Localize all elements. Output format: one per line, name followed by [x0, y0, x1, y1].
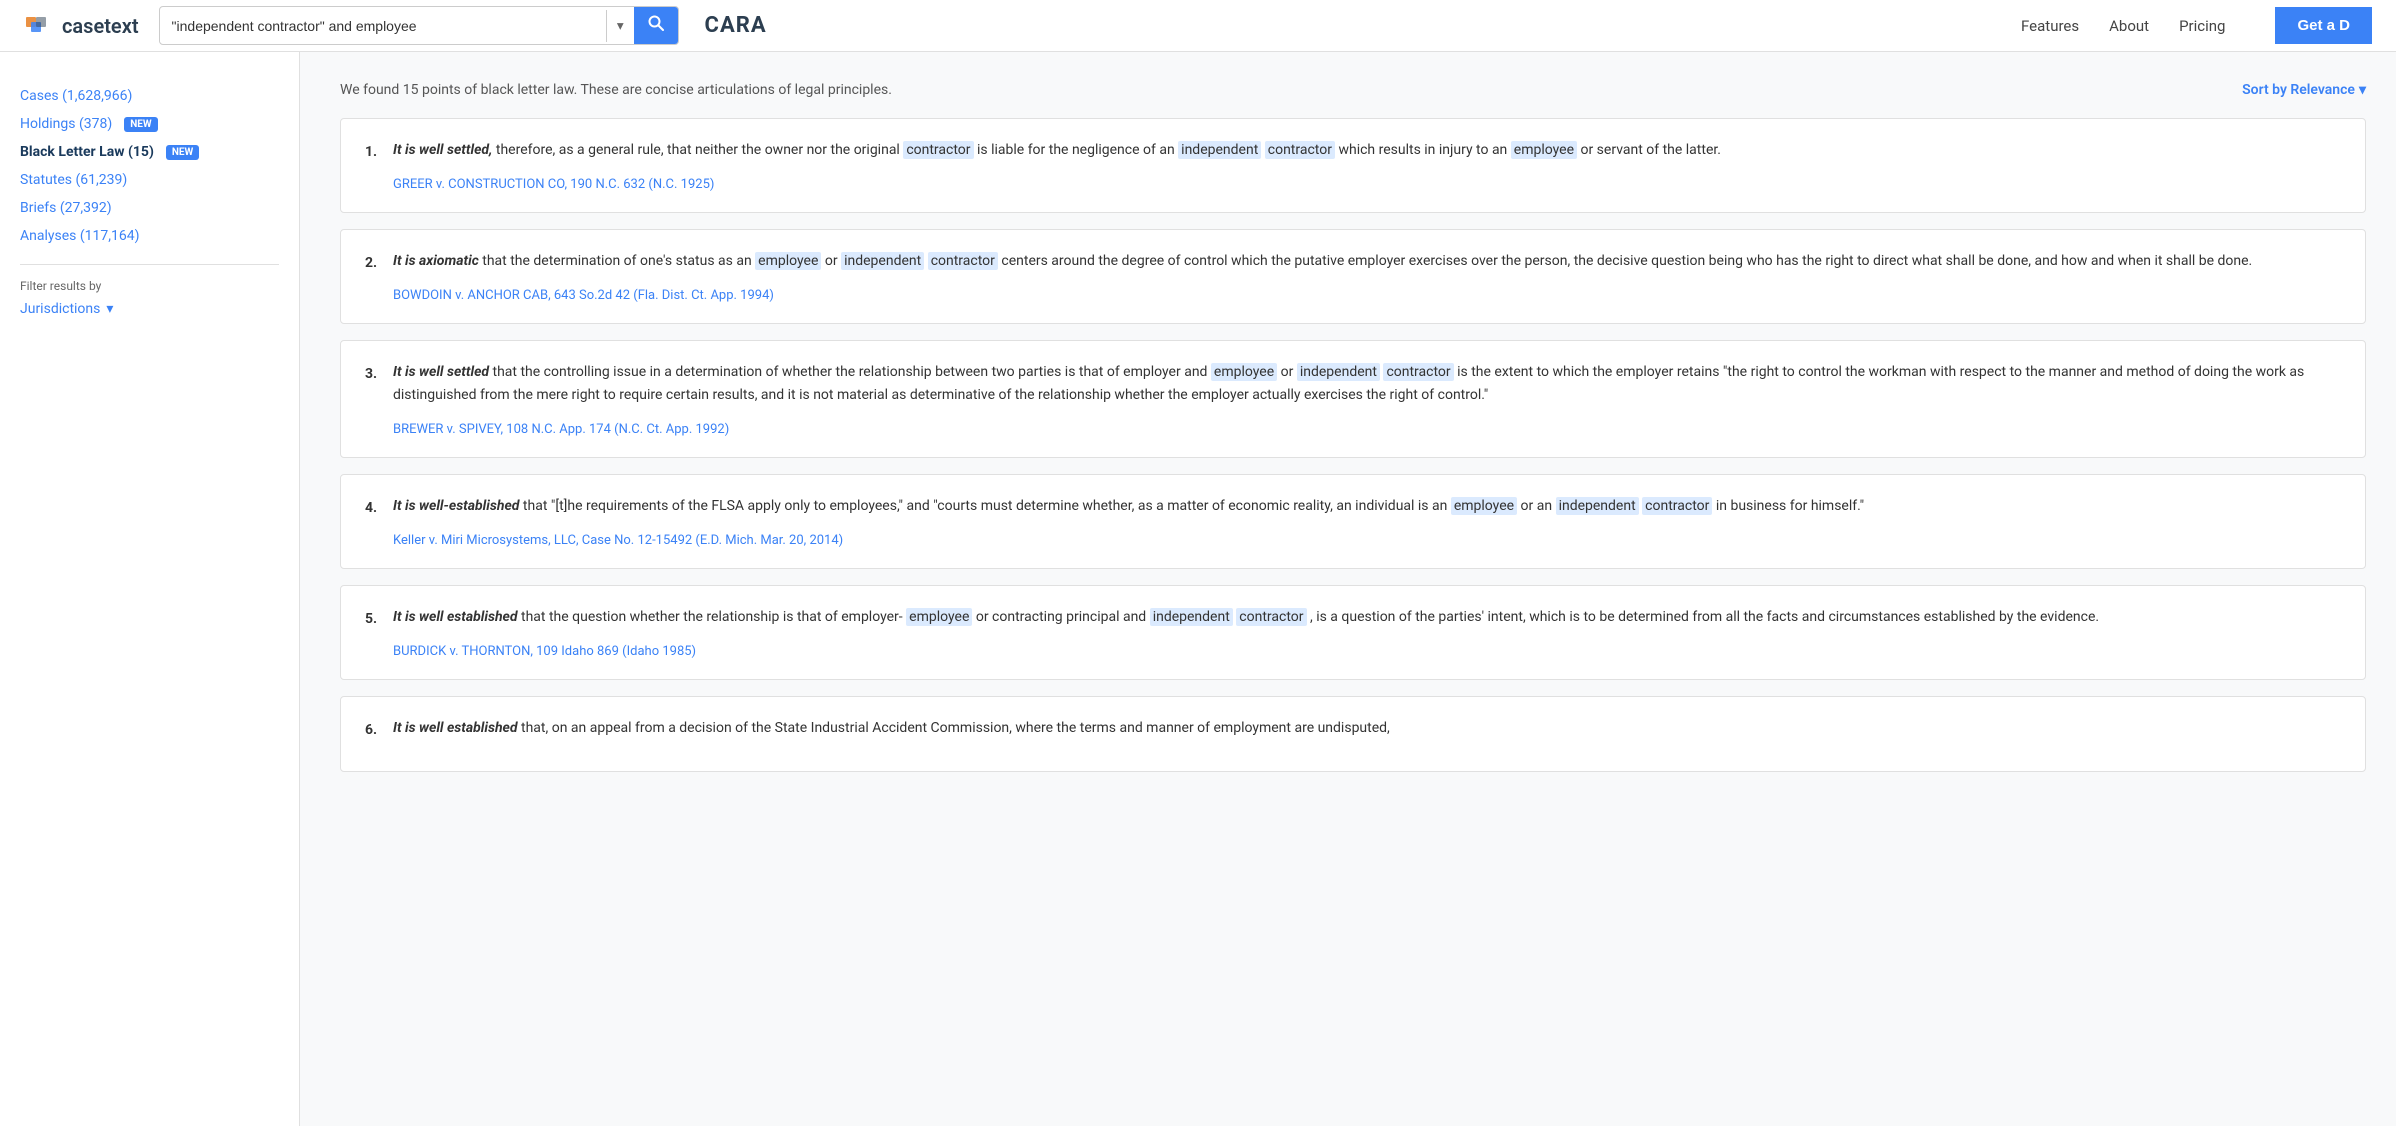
- highlight-independent-5: independent: [1150, 608, 1233, 626]
- result-row-2: 2. It is axiomatic that the determinatio…: [365, 250, 2341, 303]
- search-dropdown-button[interactable]: ▾: [606, 10, 634, 42]
- result-intro-5: It is well established: [393, 609, 518, 625]
- highlight-contractor-6: contractor: [1236, 608, 1306, 626]
- page-body: Cases (1,628,966) Holdings (378) NEW Bla…: [0, 52, 2396, 1126]
- pricing-link[interactable]: Pricing: [2179, 17, 2225, 35]
- highlight-employee-5: employee: [906, 608, 972, 626]
- case-link-3[interactable]: BREWER v. SPIVEY, 108 N.C. App. 174 (N.C…: [393, 422, 729, 437]
- sidebar-nav: Cases (1,628,966) Holdings (378) NEW Bla…: [20, 82, 279, 250]
- result-number-3: 3.: [365, 366, 377, 382]
- sidebar-item-black-letter-law[interactable]: Black Letter Law (15) NEW: [20, 138, 279, 166]
- header: casetext ▾ CARA Features About Pricing G…: [0, 0, 2396, 52]
- main-content: We found 15 points of black letter law. …: [300, 52, 2396, 1126]
- result-card-4: 4. It is well-established that "[t]he re…: [340, 474, 2366, 569]
- case-link-5[interactable]: BURDICK v. THORNTON, 109 Idaho 869 (Idah…: [393, 644, 696, 659]
- sidebar-divider: [20, 264, 279, 265]
- sidebar-item-briefs[interactable]: Briefs (27,392): [20, 194, 279, 222]
- result-text-3: It is well settled that the controlling …: [393, 361, 2341, 409]
- sort-by-label: Sort by Relevance: [2242, 82, 2355, 98]
- search-submit-button[interactable]: [634, 7, 678, 44]
- sort-by-button[interactable]: Sort by Relevance ▾: [2242, 82, 2366, 98]
- nav-links: Features About Pricing Get a D: [2021, 7, 2372, 44]
- highlight-contractor-1: contractor: [903, 141, 973, 159]
- result-intro-1: It is well settled,: [393, 142, 492, 158]
- sidebar-item-cases[interactable]: Cases (1,628,966): [20, 82, 279, 110]
- case-link-2[interactable]: BOWDOIN v. ANCHOR CAB, 643 So.2d 42 (Fla…: [393, 288, 774, 303]
- sidebar-item-bll-label: Black Letter Law (15): [20, 144, 154, 160]
- highlight-contractor-5: contractor: [1642, 497, 1712, 515]
- result-intro-6: It is well established: [393, 720, 518, 736]
- result-card-6: 6. It is well established that, on an ap…: [340, 696, 2366, 772]
- sidebar-item-analyses-label: Analyses (117,164): [20, 228, 140, 244]
- result-row-5: 5. It is well established that the quest…: [365, 606, 2341, 659]
- case-link-4[interactable]: Keller v. Miri Microsystems, LLC, Case N…: [393, 533, 843, 548]
- result-number-5: 5.: [365, 611, 377, 627]
- result-card: 1. It is well settled, therefore, as a g…: [340, 118, 2366, 213]
- search-bar: ▾: [159, 6, 679, 45]
- sidebar: Cases (1,628,966) Holdings (378) NEW Bla…: [0, 52, 300, 1126]
- sidebar-item-holdings[interactable]: Holdings (378) NEW: [20, 110, 279, 138]
- logo-text: casetext: [62, 14, 139, 38]
- result-card-3: 3. It is well settled that the controlli…: [340, 340, 2366, 459]
- highlight-independent-1: independent: [1178, 141, 1261, 159]
- results-header: We found 15 points of black letter law. …: [340, 82, 2366, 98]
- highlight-independent-3: independent: [1297, 363, 1380, 381]
- highlight-employee-1: employee: [1511, 141, 1577, 159]
- result-row-1: 1. It is well settled, therefore, as a g…: [365, 139, 2341, 192]
- case-link-1[interactable]: GREER v. CONSTRUCTION CO, 190 N.C. 632 (…: [393, 177, 714, 192]
- result-intro-4: It is well-established: [393, 498, 519, 514]
- bll-new-badge: NEW: [166, 145, 199, 160]
- highlight-independent-4: independent: [1556, 497, 1639, 515]
- highlight-employee-4: employee: [1451, 497, 1517, 515]
- jurisdictions-chevron-icon: ▾: [106, 301, 113, 317]
- sidebar-item-briefs-label: Briefs (27,392): [20, 200, 112, 216]
- highlight-employee-3: employee: [1211, 363, 1277, 381]
- highlight-contractor-2: contractor: [1265, 141, 1335, 159]
- features-link[interactable]: Features: [2021, 17, 2079, 35]
- result-row-3: 3. It is well settled that the controlli…: [365, 361, 2341, 438]
- result-row-4: 4. It is well-established that "[t]he re…: [365, 495, 2341, 548]
- result-text-6: It is well established that, on an appea…: [393, 717, 2341, 741]
- about-link[interactable]: About: [2109, 17, 2149, 35]
- result-text-2: It is axiomatic that the determination o…: [393, 250, 2341, 274]
- jurisdiction-filter[interactable]: Jurisdictions ▾: [20, 301, 279, 317]
- result-row-6: 6. It is well established that, on an ap…: [365, 717, 2341, 751]
- highlight-contractor-3: contractor: [928, 252, 998, 270]
- result-number-4: 4.: [365, 500, 377, 516]
- holdings-new-badge: NEW: [124, 117, 157, 132]
- result-number-1: 1.: [365, 144, 377, 160]
- sidebar-item-cases-label: Cases (1,628,966): [20, 88, 132, 104]
- result-text-4: It is well-established that "[t]he requi…: [393, 495, 2341, 519]
- get-demo-button[interactable]: Get a D: [2275, 7, 2372, 44]
- cara-label: CARA: [705, 13, 767, 38]
- jurisdictions-label: Jurisdictions: [20, 301, 100, 317]
- result-intro-2: It is axiomatic: [393, 253, 479, 269]
- filter-label: Filter results by: [20, 279, 279, 293]
- highlight-contractor-4: contractor: [1383, 363, 1453, 381]
- result-number-2: 2.: [365, 255, 377, 271]
- result-card-2: 2. It is axiomatic that the determinatio…: [340, 229, 2366, 324]
- result-text-1: It is well settled, therefore, as a gene…: [393, 139, 2341, 163]
- sidebar-item-holdings-label: Holdings (378): [20, 116, 112, 132]
- highlight-employee-2: employee: [755, 252, 821, 270]
- sort-by-chevron-icon: ▾: [2359, 82, 2366, 98]
- highlight-independent-2: independent: [841, 252, 924, 270]
- result-number-6: 6.: [365, 722, 377, 738]
- results-summary: We found 15 points of black letter law. …: [340, 82, 892, 98]
- search-icon: [648, 15, 664, 31]
- result-text-5: It is well established that the question…: [393, 606, 2341, 630]
- sidebar-item-statutes-label: Statutes (61,239): [20, 172, 127, 188]
- logo-icon: [24, 11, 54, 41]
- result-intro-3: It is well settled: [393, 364, 489, 380]
- logo[interactable]: casetext: [24, 11, 139, 41]
- search-input[interactable]: [160, 10, 606, 42]
- sidebar-item-analyses[interactable]: Analyses (117,164): [20, 222, 279, 250]
- result-card-5: 5. It is well established that the quest…: [340, 585, 2366, 680]
- sidebar-item-statutes[interactable]: Statutes (61,239): [20, 166, 279, 194]
